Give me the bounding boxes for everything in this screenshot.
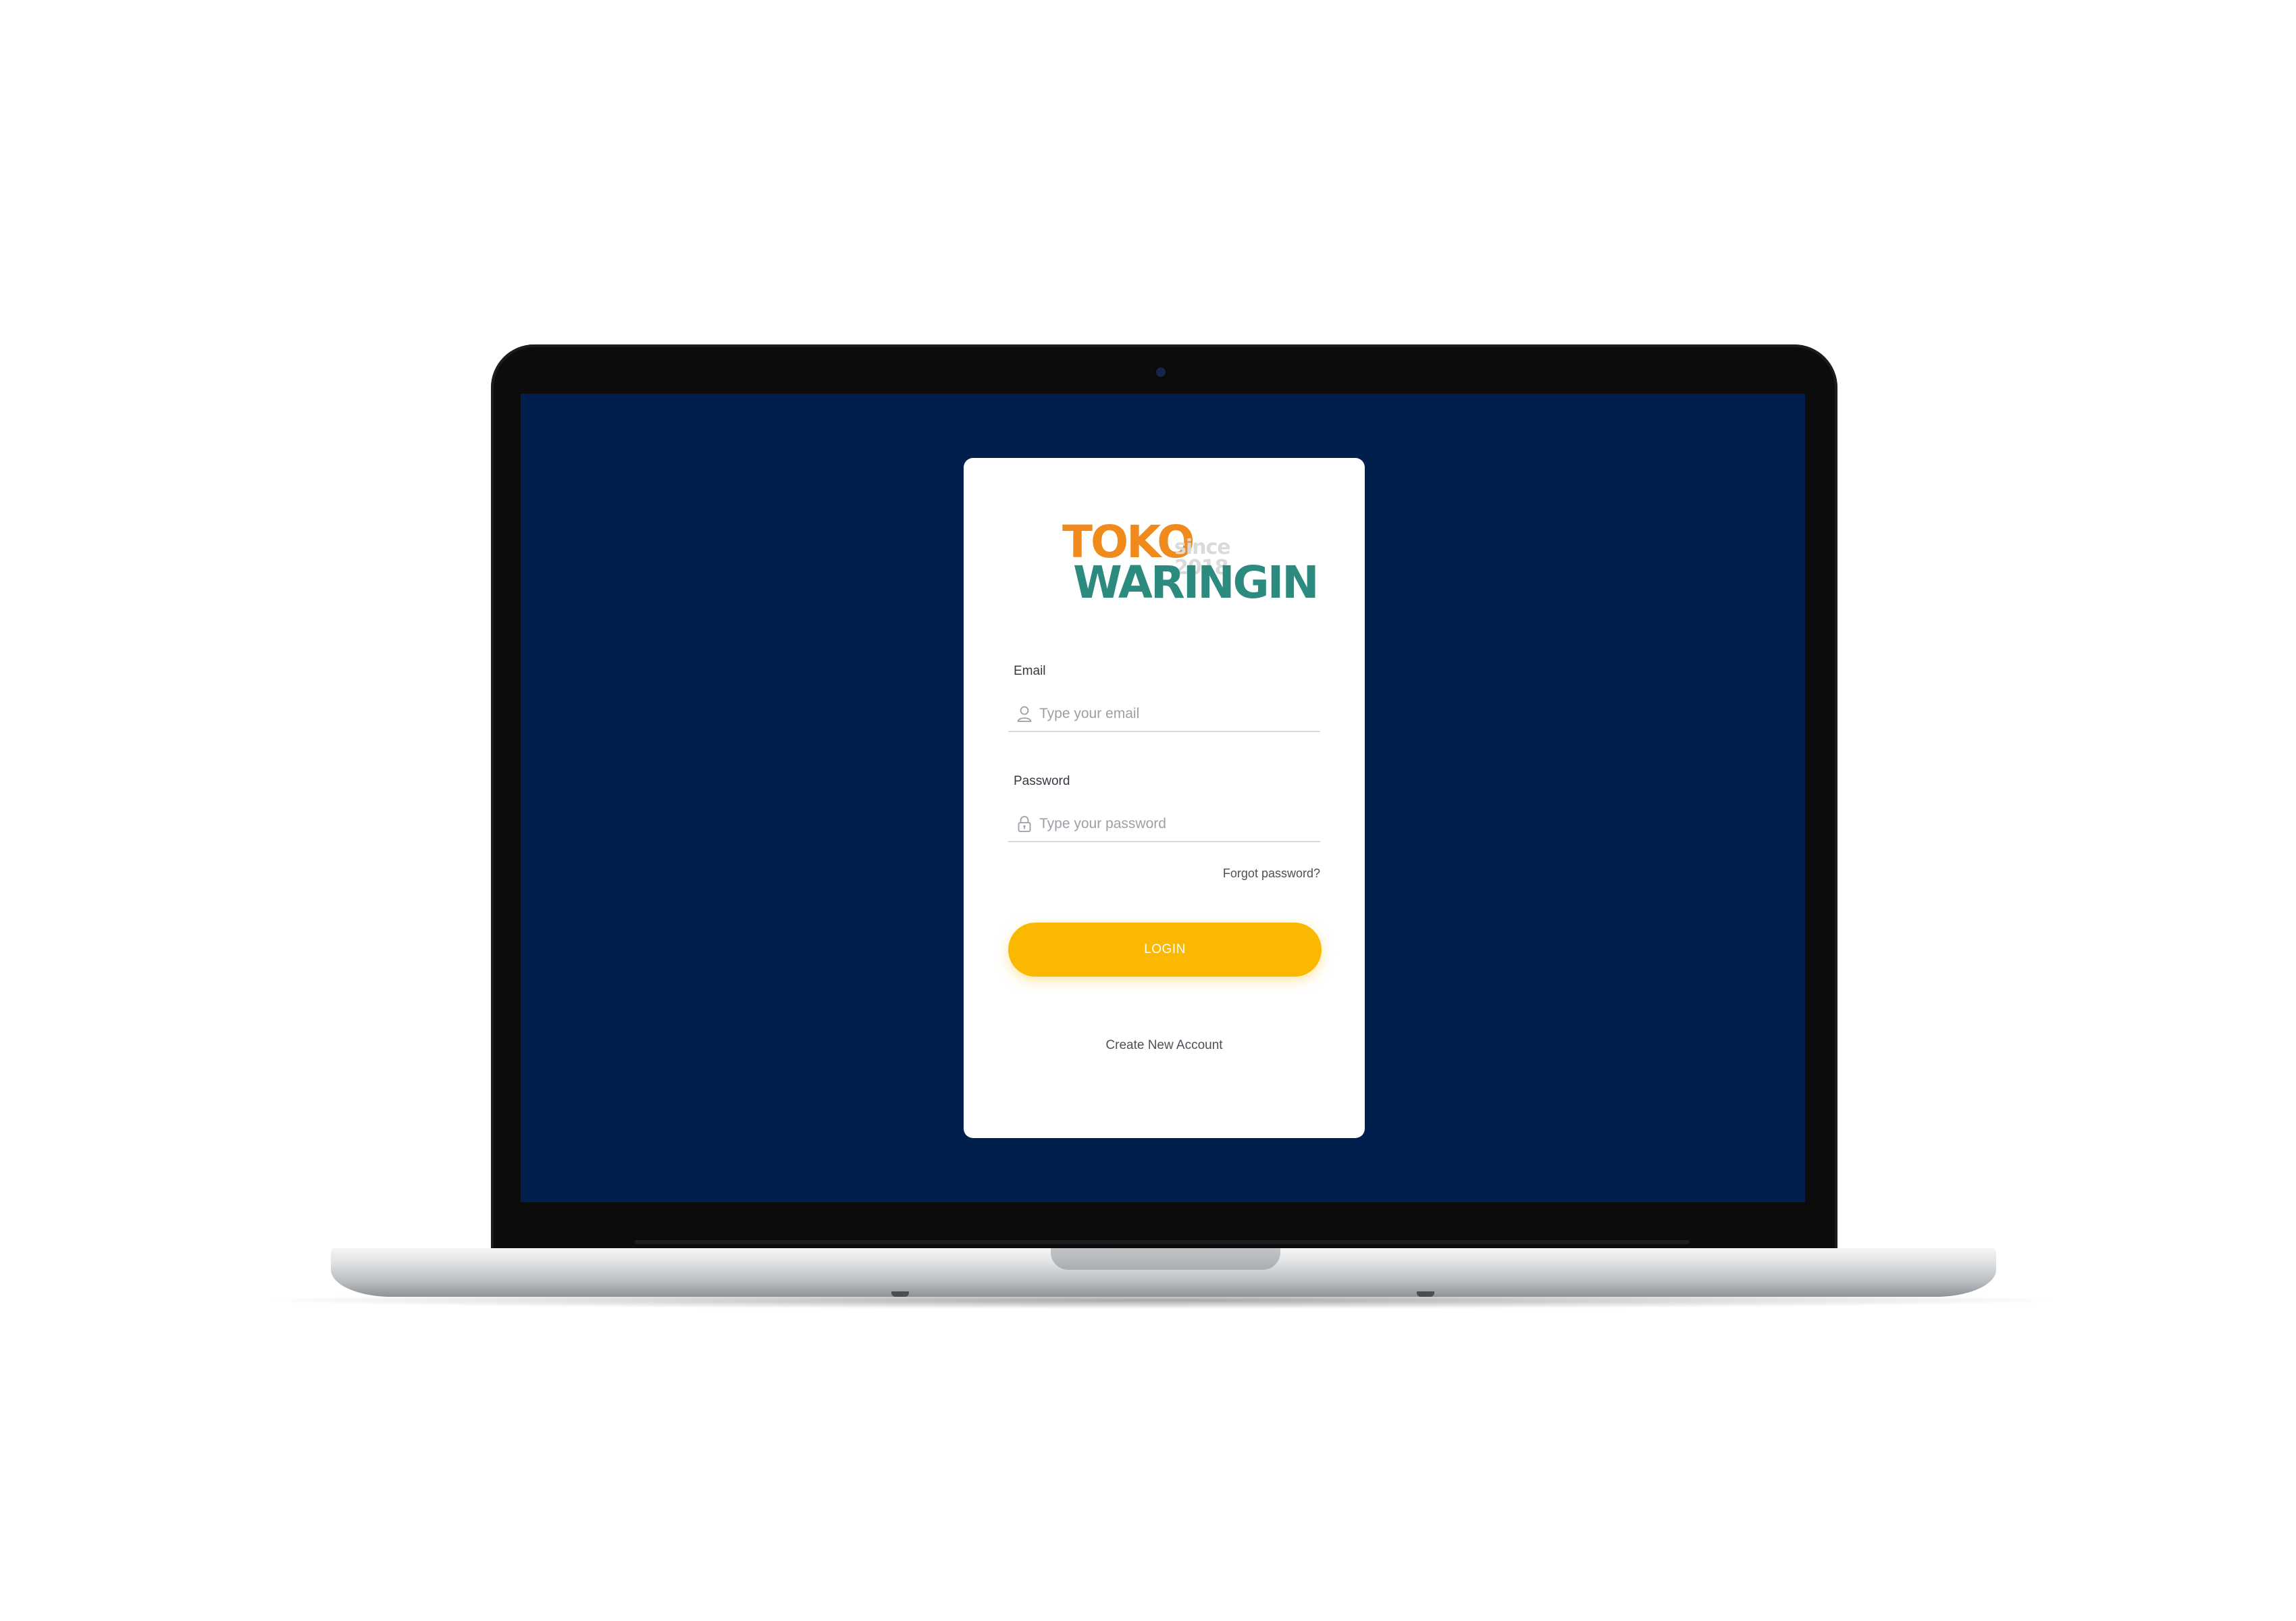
password-field	[1008, 807, 1320, 842]
bezel-hinge-line	[635, 1240, 1690, 1244]
lock-icon	[1016, 815, 1033, 833]
create-account-link[interactable]: Create New Account	[964, 1039, 1365, 1052]
mockup-stage: TOKO since 2018 WARINGIN Email Password	[0, 0, 2296, 1621]
login-button[interactable]: LOGIN	[1008, 923, 1322, 977]
brand-logo-waringin: WARINGIN	[1073, 557, 1319, 609]
login-card: TOKO since 2018 WARINGIN Email Password	[964, 458, 1365, 1138]
laptop-base-notch	[1051, 1248, 1280, 1270]
password-input[interactable]	[1039, 813, 1309, 835]
brand-logo: TOKO since 2018 WARINGIN	[1062, 520, 1319, 615]
laptop-foot-left	[891, 1291, 909, 1297]
email-input[interactable]	[1039, 702, 1309, 725]
forgot-password-link[interactable]: Forgot password?	[1223, 867, 1320, 879]
user-icon	[1016, 705, 1033, 723]
webcam-dot	[1156, 367, 1166, 377]
email-field	[1008, 697, 1320, 732]
laptop-foot-right	[1417, 1291, 1434, 1297]
email-label: Email	[1014, 664, 1046, 678]
password-label: Password	[1014, 774, 1070, 788]
